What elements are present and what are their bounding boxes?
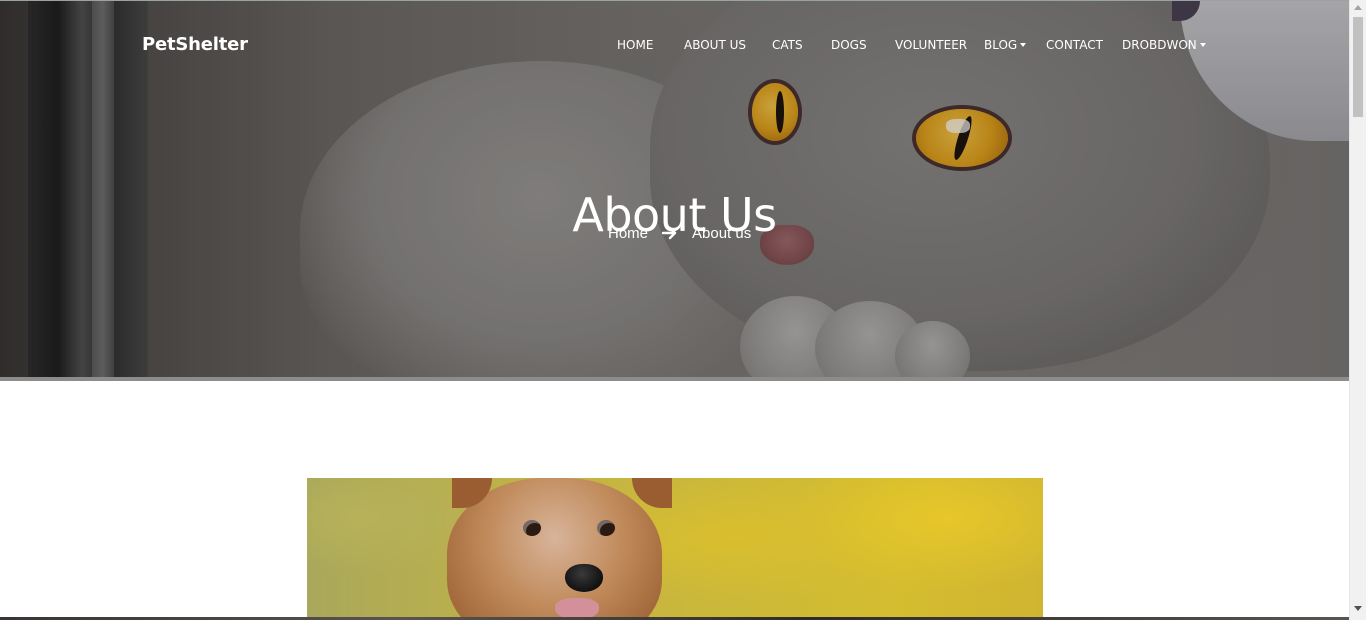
- nav-item-volunteer[interactable]: VOLUNTEER: [895, 37, 967, 53]
- breadcrumb-home-link[interactable]: Home: [608, 225, 648, 242]
- scroll-up-arrow-icon[interactable]: [1354, 5, 1362, 10]
- hero-bottom-border: [0, 377, 1349, 381]
- breadcrumb-current: About us: [692, 224, 752, 242]
- caret-down-icon: [1199, 43, 1206, 47]
- nav-item-blog-label: BLOG: [984, 38, 1018, 52]
- main-nav: HOME ABOUT US CATS DOGS VOLUNTEER BLOG C…: [0, 37, 1349, 53]
- dog-photo-eye-left: [523, 520, 541, 536]
- nav-item-contact[interactable]: CONTACT: [1046, 37, 1103, 53]
- vertical-scrollbar[interactable]: [1349, 0, 1366, 620]
- breadcrumb: Home About us: [608, 223, 751, 243]
- nav-item-drobdwon-label: DROBDWON: [1122, 38, 1197, 52]
- caret-down-icon: [1020, 43, 1027, 47]
- about-dog-image: [307, 478, 1043, 620]
- dog-photo-nose: [565, 564, 603, 592]
- nav-item-dogs[interactable]: DOGS: [831, 37, 867, 53]
- scroll-down-arrow-icon[interactable]: [1354, 606, 1362, 611]
- page: PetShelter HOME ABOUT US CATS DOGS VOLUN…: [0, 0, 1366, 620]
- nav-item-blog-dropdown[interactable]: BLOG: [984, 37, 1027, 53]
- nav-item-about-us[interactable]: ABOUT US: [684, 37, 746, 53]
- dog-photo-eye-right: [597, 520, 615, 536]
- nav-item-drobdwon-dropdown[interactable]: DROBDWON: [1122, 37, 1206, 53]
- nav-item-home[interactable]: HOME: [617, 37, 653, 53]
- scrollbar-thumb[interactable]: [1353, 17, 1363, 117]
- hero-banner: PetShelter HOME ABOUT US CATS DOGS VOLUN…: [0, 0, 1349, 378]
- arrow-right-icon: [661, 226, 678, 240]
- nav-item-cats[interactable]: CATS: [772, 37, 803, 53]
